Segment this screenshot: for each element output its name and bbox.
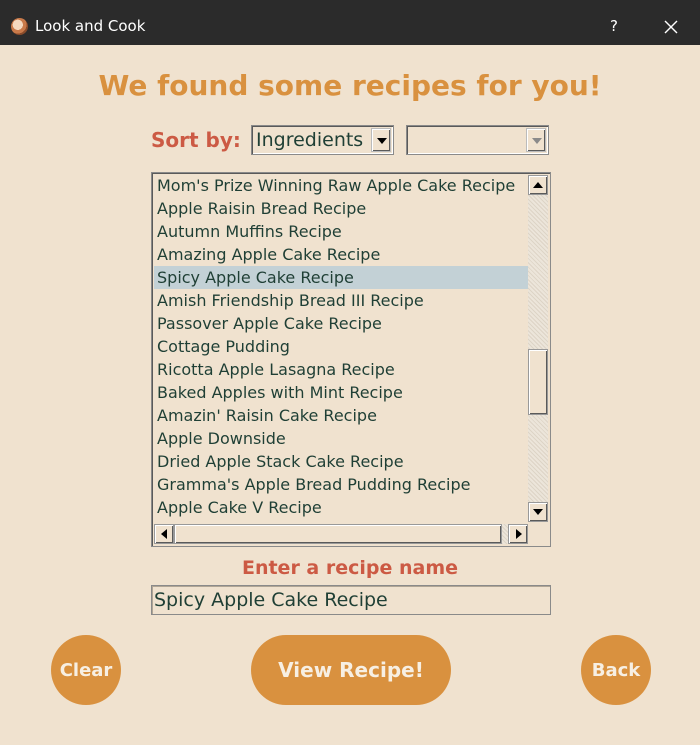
back-button[interactable]: Back bbox=[581, 635, 651, 705]
page-heading: We found some recipes for you! bbox=[98, 69, 602, 102]
sort-label: Sort by: bbox=[151, 128, 241, 152]
recipe-name-input[interactable]: Spicy Apple Cake Recipe bbox=[151, 585, 551, 615]
secondary-sort-select[interactable] bbox=[406, 125, 549, 155]
sort-by-value: Ingredients bbox=[256, 129, 364, 151]
list-item[interactable]: Amazin' Raisin Cake Recipe bbox=[154, 404, 528, 427]
sort-by-select[interactable]: Ingredients bbox=[251, 125, 394, 155]
list-item[interactable]: Autumn Muffins Recipe bbox=[154, 220, 528, 243]
close-icon bbox=[664, 20, 678, 34]
list-item[interactable]: Amazing Apple Cake Recipe bbox=[154, 243, 528, 266]
list-item[interactable]: Baked Apples with Mint Recipe bbox=[154, 381, 528, 404]
list-item[interactable]: Dried Apple Stack Cake Recipe bbox=[154, 450, 528, 473]
recipe-list: Mom's Prize Winning Raw Apple Cake Recip… bbox=[154, 174, 528, 519]
app-logo-icon bbox=[11, 18, 28, 35]
horizontal-scrollbar[interactable] bbox=[154, 524, 528, 544]
list-item[interactable]: Mom's Prize Winning Raw Apple Cake Recip… bbox=[154, 174, 528, 197]
close-button[interactable] bbox=[655, 8, 687, 45]
list-item[interactable]: Apple Cake V Recipe bbox=[154, 496, 528, 519]
scrollbar-corner bbox=[528, 524, 548, 544]
title-bar: Look and Cook ? bbox=[0, 8, 700, 45]
horizontal-scroll-thumb[interactable] bbox=[174, 524, 502, 544]
list-item[interactable]: Passover Apple Cake Recipe bbox=[154, 312, 528, 335]
scroll-down-arrow-icon[interactable] bbox=[528, 502, 548, 522]
scroll-right-arrow-icon[interactable] bbox=[508, 524, 528, 544]
list-item[interactable]: Gramma's Apple Bread Pudding Recipe bbox=[154, 473, 528, 496]
window-content: We found some recipes for you! Sort by: … bbox=[0, 45, 700, 745]
scroll-left-arrow-icon[interactable] bbox=[154, 524, 174, 544]
list-item[interactable]: Cottage Pudding bbox=[154, 335, 528, 358]
list-item[interactable]: Spicy Apple Cake Recipe bbox=[154, 266, 528, 289]
view-recipe-button[interactable]: View Recipe! bbox=[251, 635, 451, 705]
list-item[interactable]: Ricotta Apple Lasagna Recipe bbox=[154, 358, 528, 381]
chevron-down-icon[interactable] bbox=[526, 128, 546, 152]
clear-button[interactable]: Clear bbox=[51, 635, 121, 705]
vertical-scroll-thumb[interactable] bbox=[528, 349, 548, 415]
recipe-listbox[interactable]: Mom's Prize Winning Raw Apple Cake Recip… bbox=[151, 172, 551, 547]
list-item[interactable]: Apple Raisin Bread Recipe bbox=[154, 197, 528, 220]
list-item[interactable]: Amish Friendship Bread III Recipe bbox=[154, 289, 528, 312]
vertical-scrollbar[interactable] bbox=[528, 175, 548, 522]
scroll-up-arrow-icon[interactable] bbox=[528, 175, 548, 195]
recipe-name-label: Enter a recipe name bbox=[241, 557, 459, 579]
chevron-down-icon[interactable] bbox=[371, 128, 391, 152]
window-title: Look and Cook bbox=[35, 17, 146, 35]
help-button[interactable]: ? bbox=[600, 8, 628, 45]
list-item[interactable]: Apple Downside bbox=[154, 427, 528, 450]
